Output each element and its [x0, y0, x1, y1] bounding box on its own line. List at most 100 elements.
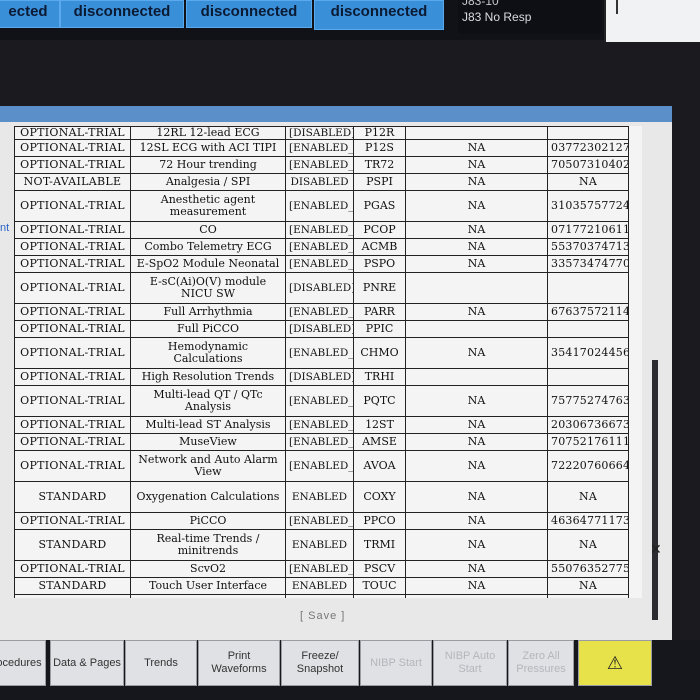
code-cell: CHMO [353, 337, 406, 369]
enabled-cell: [ENABLED_] [285, 450, 354, 482]
table-row[interactable]: OPTIONAL-TRIAL Hemodynamic Calculations [E… [14, 337, 629, 369]
license-key-cell: 722207606643 [547, 450, 629, 482]
softkey-label: Freeze/ Snapshot [296, 650, 344, 675]
status-button-partial[interactable]: ected [0, 0, 60, 28]
softkey-label: Trends [144, 656, 178, 669]
softkey-4[interactable]: Freeze/ Snapshot [281, 640, 359, 686]
license-key-cell: NA [547, 577, 629, 595]
softkey-2[interactable]: Trends [125, 640, 197, 686]
license-key-cell: 037723021273 [547, 139, 629, 157]
table-row[interactable]: OPTIONAL-TRIAL Network and Auto Alarm Vie… [14, 450, 629, 482]
table-row[interactable]: OPTIONAL-TRIAL PiCCO [ENABLED_] PPCO NA 46364… [14, 512, 629, 530]
code-cell: PQTC [353, 385, 406, 417]
code-cell: AMSE [353, 433, 406, 451]
enabled-cell: DISABLED [285, 173, 354, 191]
enabled-cell: [DISABLED] [285, 272, 354, 304]
feature-cell: 12RL 12-lead ECG [130, 126, 286, 140]
license-key-cell: 705073104027 [547, 156, 629, 174]
code-cell: PSCV [353, 560, 406, 578]
right-status-panel [604, 0, 700, 42]
options-table: OPTIONAL-TRIAL 12RL 12-lead ECG [DISABLED]… [14, 126, 629, 598]
softkey-0[interactable]: ocedures [0, 640, 46, 686]
code-cell: TRMI [353, 529, 406, 561]
table-row[interactable]: OPTIONAL-TRIAL MuseView [ENABLED_] AMSE NA 70… [14, 433, 629, 451]
license-key-cell: 553703747137 [547, 238, 629, 256]
table-row[interactable]: OPTIONAL-TRIAL E-sC(Ai)O(V) module NICU S… [14, 272, 629, 304]
disconnected-button-2[interactable]: disconnected [186, 0, 312, 28]
alarm-silence-button[interactable]: ⚠ [578, 640, 652, 686]
feature-cell: Oxygenation Calculations [130, 481, 286, 513]
alarm-line-2: J83 No Resp [462, 10, 532, 24]
na-cell [405, 272, 548, 304]
feature-cell: Combo Telemetry ECG [130, 238, 286, 256]
table-row[interactable]: OPTIONAL-TRIAL ScvO2 [ENABLED_] PSCV NA 55076… [14, 560, 629, 578]
feature-cell: Hemodynamic Calculations [130, 337, 286, 369]
table-row[interactable]: OPTIONAL-TRIAL Full Arrhythmia [ENABLED_] P… [14, 303, 629, 321]
table-row[interactable]: OPTIONAL-TRIAL 12RL 12-lead ECG [DISABLED]… [14, 126, 629, 140]
enabled-cell: [ENABLED_] [285, 190, 354, 222]
license-key-cell: 354170244564 [547, 337, 629, 369]
feature-cell: High Resolution Trends [130, 368, 286, 386]
save-button[interactable]: [ Save ] [300, 610, 345, 622]
alarm-line-1: J83-10 [462, 0, 499, 8]
side-label: nt [0, 222, 10, 234]
feature-cell: Multi-lead QT / QTc Analysis [130, 385, 286, 417]
enabled-cell: [ENABLED_] [285, 416, 354, 434]
table-row[interactable]: NOT-AVAILABLE Analgesia / SPI DISABLED PSPI… [14, 173, 629, 191]
table-row[interactable]: OPTIONAL-TRIAL E-SpO2 Module Neonatal [ENA… [14, 255, 629, 273]
table-row[interactable]: OPTIONAL-TRIAL Multi-lead ST Analysis [ENA… [14, 416, 629, 434]
alarm-message-box[interactable]: J83-10 J83 No Resp [458, 0, 602, 34]
panel-divider [616, 0, 618, 14]
na-cell: NA [405, 529, 548, 561]
feature-cell: Analgesia / SPI [130, 173, 286, 191]
code-cell: PPIC [353, 320, 406, 338]
table-row[interactable]: STANDARD Oxygenation Calculations ENABLED C… [14, 481, 629, 513]
table-row[interactable]: OPTIONAL-TRIAL Anesthetic agent measureme… [14, 190, 629, 222]
na-cell: NA [405, 450, 548, 482]
table-row[interactable]: STANDARDVentilation CalculationsENABLEDC… [14, 594, 629, 598]
feature-cell: Full Arrhythmia [130, 303, 286, 321]
table-row[interactable]: OPTIONAL-TRIAL Multi-lead QT / QTc Analys… [14, 385, 629, 417]
disconnected-button-3[interactable]: disconnected [314, 0, 444, 30]
code-cell: CVNT [353, 594, 406, 598]
softkey-3[interactable]: Print Waveforms [198, 640, 280, 686]
softkey-label: NIBP Auto Start [444, 650, 496, 675]
softkey-1[interactable]: Data & Pages [50, 640, 124, 686]
table-row[interactable]: OPTIONAL-TRIAL High Resolution Trends [DIS… [14, 368, 629, 386]
na-cell: NA [405, 481, 548, 513]
table-row[interactable]: OPTIONAL-TRIAL CO [ENABLED_] PCOP NA 07177210… [14, 221, 629, 239]
enabled-cell: ENABLED [285, 577, 354, 595]
enabled-cell: [ENABLED_] [285, 337, 354, 369]
status-cell: OPTIONAL-TRIAL [14, 416, 131, 434]
disconnected-button-1[interactable]: disconnected [60, 0, 184, 28]
enabled-cell: ENABLED [285, 481, 354, 513]
table-row[interactable]: STANDARD Touch User Interface ENABLED TOUC N… [14, 577, 629, 595]
softkey-6[interactable]: NIBP Auto Start [433, 640, 507, 686]
softkey-label: Zero All Pressures [516, 650, 566, 675]
code-cell: AVOA [353, 450, 406, 482]
status-cell: OPTIONAL-TRIAL [14, 126, 131, 140]
license-key-cell: 310357577245 [547, 190, 629, 222]
status-cell: OPTIONAL-TRIAL [14, 320, 131, 338]
scrollbar[interactable] [652, 360, 658, 620]
enabled-cell: [ENABLED_] [285, 385, 354, 417]
status-cell: OPTIONAL-TRIAL [14, 385, 131, 417]
softkey-5[interactable]: NIBP Start [360, 640, 432, 686]
license-key-cell [547, 320, 629, 338]
enabled-cell: [ENABLED_] [285, 221, 354, 239]
enabled-cell: [ENABLED_] [285, 255, 354, 273]
na-cell [405, 126, 548, 140]
license-key-cell [547, 272, 629, 304]
table-row[interactable]: STANDARD Real-time Trends / minitrends ENA… [14, 529, 629, 561]
enabled-cell: [ENABLED_] [285, 512, 354, 530]
feature-cell: Network and Auto Alarm View [130, 450, 286, 482]
table-row[interactable]: OPTIONAL-TRIAL Combo Telemetry ECG [ENABLE… [14, 238, 629, 256]
options-table-viewport[interactable]: OPTIONAL-TRIAL 12RL 12-lead ECG [DISABLED]… [14, 126, 642, 598]
table-row[interactable]: OPTIONAL-TRIAL 12SL ECG with ACI TIPI [ENA… [14, 139, 629, 157]
table-row[interactable]: OPTIONAL-TRIAL Full PiCCO [DISABLED] PPIC [14, 320, 629, 338]
code-cell: PPCO [353, 512, 406, 530]
status-cell: OPTIONAL-TRIAL [14, 156, 131, 174]
close-icon[interactable]: ✕ [650, 542, 662, 558]
softkey-7[interactable]: Zero All Pressures [508, 640, 574, 686]
table-row[interactable]: OPTIONAL-TRIAL 72 Hour trending [ENABLED_]… [14, 156, 629, 174]
